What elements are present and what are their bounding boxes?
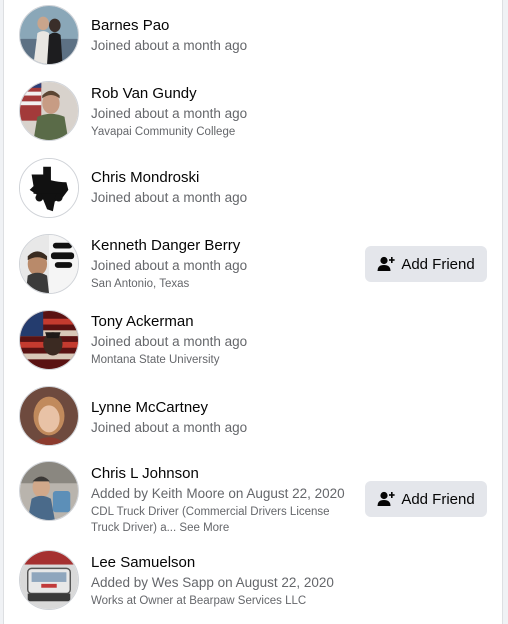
- avatar[interactable]: [19, 81, 79, 141]
- member-name[interactable]: Kenneth Danger Berry: [91, 236, 361, 256]
- member-name[interactable]: Chris L Johnson: [91, 464, 353, 484]
- member-info: Barnes Pao Joined about a month ago: [91, 16, 361, 56]
- person-photo-icon: [20, 235, 78, 293]
- member-name[interactable]: Chris Mondroski: [91, 168, 361, 188]
- avatar[interactable]: [19, 310, 79, 370]
- member-joined: Joined about a month ago: [91, 334, 248, 349]
- person-photo-icon: [20, 387, 78, 445]
- truck-photo-icon: [20, 551, 78, 609]
- member-name[interactable]: Rob Van Gundy: [91, 84, 361, 104]
- list-item: Chris Mondroski Joined about a month ago: [4, 156, 502, 226]
- member-name[interactable]: Lynne McCartney: [91, 398, 361, 418]
- person-photo-icon: [20, 462, 78, 520]
- list-item: Chris L Johnson Added by Keith Moore on …: [4, 458, 502, 540]
- person-photo-icon: [20, 6, 78, 64]
- avatar[interactable]: [19, 550, 79, 610]
- list-item: Lynne McCartney Joined about a month ago: [4, 384, 502, 454]
- avatar[interactable]: [19, 461, 79, 521]
- add-friend-button[interactable]: Add Friend: [365, 246, 487, 282]
- list-item: Kenneth Danger Berry Joined about a mont…: [4, 230, 502, 304]
- member-detail: San Antonio, Texas: [91, 278, 190, 290]
- member-name[interactable]: Lee Samuelson: [91, 553, 361, 573]
- member-name[interactable]: Tony Ackerman: [91, 312, 361, 332]
- person-photo-icon: [20, 82, 78, 140]
- avatar[interactable]: [19, 234, 79, 294]
- add-friend-icon: [377, 256, 395, 271]
- avatar[interactable]: [19, 5, 79, 65]
- member-detail: Montana State University: [91, 354, 220, 366]
- member-joined: Joined about a month ago: [91, 106, 248, 121]
- member-info: Chris Mondroski Joined about a month ago: [91, 168, 361, 208]
- member-joined: Joined about a month ago: [91, 420, 248, 435]
- list-item: Tony Ackerman Joined about a month ago M…: [4, 306, 502, 382]
- member-info: Chris L Johnson Added by Keith Moore on …: [91, 464, 353, 536]
- member-detail: CDL Truck Driver (Commercial Drivers Lic…: [91, 504, 353, 536]
- list-item: Lee Samuelson Added by Wes Sapp on Augus…: [4, 544, 502, 620]
- add-friend-icon: [377, 491, 395, 506]
- member-detail: Works at Owner at Bearpaw Services LLC: [91, 595, 307, 607]
- member-joined: Joined about a month ago: [91, 258, 248, 273]
- member-joined: Joined about a month ago: [91, 38, 248, 53]
- member-joined: Joined about a month ago: [91, 190, 248, 205]
- member-detail: Yavapai Community College: [91, 126, 236, 138]
- add-friend-label: Add Friend: [401, 255, 475, 273]
- member-name[interactable]: Barnes Pao: [91, 16, 361, 36]
- flag-photo-icon: [20, 311, 78, 369]
- list-item: Barnes Pao Joined about a month ago: [4, 0, 502, 72]
- avatar[interactable]: [19, 386, 79, 446]
- texas-silhouette-icon: [20, 159, 78, 217]
- member-list-panel: Barnes Pao Joined about a month ago Rob …: [3, 0, 503, 624]
- list-item: Rob Van Gundy Joined about a month ago Y…: [4, 76, 502, 154]
- add-friend-label: Add Friend: [401, 490, 475, 508]
- member-joined: Added by Wes Sapp on August 22, 2020: [91, 575, 334, 590]
- add-friend-button[interactable]: Add Friend: [365, 481, 487, 517]
- member-info: Lee Samuelson Added by Wes Sapp on Augus…: [91, 553, 361, 609]
- member-joined: Added by Keith Moore on August 22, 2020: [91, 486, 345, 501]
- member-info: Rob Van Gundy Joined about a month ago Y…: [91, 84, 361, 140]
- member-info: Tony Ackerman Joined about a month ago M…: [91, 312, 361, 368]
- avatar[interactable]: [19, 158, 79, 218]
- member-info: Kenneth Danger Berry Joined about a mont…: [91, 236, 361, 292]
- member-info: Lynne McCartney Joined about a month ago: [91, 398, 361, 438]
- see-more-link[interactable]: See More: [179, 522, 229, 534]
